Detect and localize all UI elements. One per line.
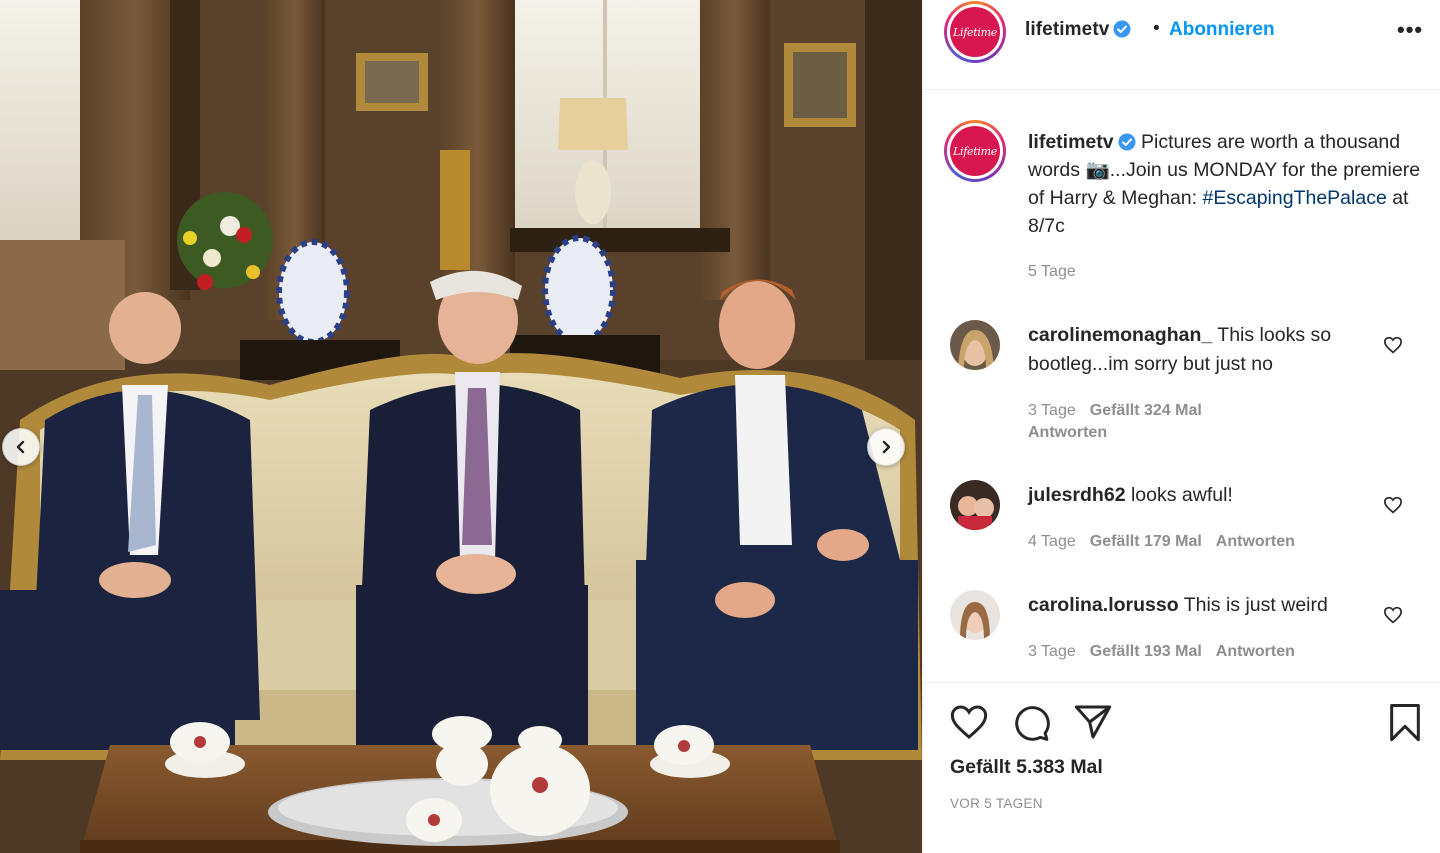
comment-username[interactable]: julesrdh62 xyxy=(1028,484,1126,506)
caption-username[interactable]: lifetimetv xyxy=(1028,131,1114,153)
comment-time: 3 Tage xyxy=(1028,402,1076,419)
comment-likes[interactable]: Gefällt 324 Mal xyxy=(1090,402,1202,419)
likes-count[interactable]: Gefällt 5.383 Mal xyxy=(950,756,1103,779)
comment-time: 4 Tage xyxy=(1028,533,1076,550)
lifetime-logo: Lifetime xyxy=(950,7,1000,57)
heart-icon[interactable] xyxy=(949,703,989,741)
caption-avatar[interactable]: Lifetime xyxy=(944,120,1006,182)
post-actions: Gefällt 5.383 Mal VOR 5 TAGEN xyxy=(923,682,1440,853)
comment-time: 3 Tage xyxy=(1028,643,1076,660)
reply-button[interactable]: Antworten xyxy=(1216,533,1295,550)
comment-bubble-icon[interactable] xyxy=(1011,703,1051,743)
post-side-panel: Lifetime lifetimetv • Abonnieren ••• Lif… xyxy=(922,0,1440,853)
post-photo[interactable] xyxy=(0,0,922,853)
verified-badge-icon xyxy=(1118,133,1136,151)
comment-meta: 3 Tage Gefällt 193 Mal Antworten xyxy=(1028,641,1368,663)
caption-text: lifetimetv Pictures are worth a thousand… xyxy=(1028,128,1428,240)
comment-username[interactable]: carolina.lorusso xyxy=(1028,594,1179,616)
camera-emoji: 📷 xyxy=(1085,159,1110,181)
heart-icon[interactable] xyxy=(1383,606,1403,624)
heart-icon[interactable] xyxy=(1383,496,1403,514)
carousel-next-button[interactable] xyxy=(867,428,905,466)
follow-button[interactable]: Abonnieren xyxy=(1169,19,1275,41)
comment-meta: 4 Tage Gefällt 179 Mal Antworten xyxy=(1028,531,1368,553)
commenter-avatar[interactable] xyxy=(950,320,1000,370)
verified-badge-icon xyxy=(1113,20,1131,38)
author-username[interactable]: lifetimetv xyxy=(1025,19,1109,40)
comment-text: julesrdh62 looks awful! xyxy=(1028,481,1368,510)
avatar-image xyxy=(950,320,1000,370)
comment-likes[interactable]: Gefällt 193 Mal xyxy=(1090,643,1202,660)
post-date: VOR 5 TAGEN xyxy=(950,796,1043,811)
comment-text: carolina.lorusso This is just weird xyxy=(1028,591,1368,620)
carousel-prev-button[interactable] xyxy=(2,428,40,466)
more-options-icon[interactable]: ••• xyxy=(1397,19,1423,41)
bookmark-icon[interactable] xyxy=(1388,703,1422,743)
post-header: Lifetime lifetimetv • Abonnieren ••• xyxy=(923,0,1440,90)
commenter-avatar[interactable] xyxy=(950,590,1000,640)
chevron-right-icon xyxy=(882,440,891,454)
comment-body: This is just weird xyxy=(1183,594,1328,616)
avatar-image xyxy=(950,480,1000,530)
chevron-left-icon xyxy=(16,440,25,454)
lifetime-logo: Lifetime xyxy=(950,126,1000,176)
hashtag-link[interactable]: #EscapingThePalace xyxy=(1203,187,1387,209)
reply-button[interactable]: Antworten xyxy=(1216,643,1295,660)
comment-body: looks awful! xyxy=(1130,484,1233,506)
reply-button[interactable]: Antworten xyxy=(1028,424,1107,441)
avatar-image xyxy=(950,590,1000,640)
commenter-avatar[interactable] xyxy=(950,480,1000,530)
author-username-link[interactable]: lifetimetv xyxy=(1025,19,1131,41)
author-avatar[interactable]: Lifetime xyxy=(944,1,1006,63)
heart-icon[interactable] xyxy=(1383,336,1403,354)
comment-username[interactable]: carolinemonaghan_ xyxy=(1028,324,1212,346)
paper-plane-icon[interactable] xyxy=(1073,703,1113,741)
comment-text: carolinemonaghan_ This looks so bootleg.… xyxy=(1028,321,1368,379)
header-separator: • xyxy=(1153,18,1160,39)
photo-scene xyxy=(0,0,922,853)
caption-timestamp: 5 Tage xyxy=(1028,263,1076,280)
comment-meta: 3 Tage Gefällt 324 Mal Antworten xyxy=(1028,400,1368,444)
comment-likes[interactable]: Gefällt 179 Mal xyxy=(1090,533,1202,550)
